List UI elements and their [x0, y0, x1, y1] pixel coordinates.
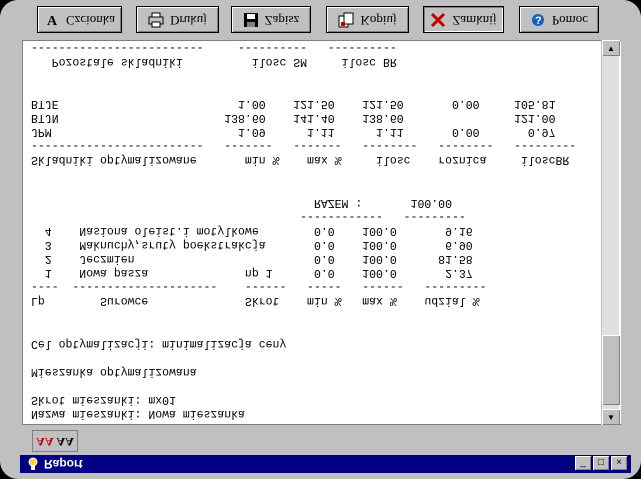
svg-text:A: A [47, 14, 58, 28]
save-button[interactable]: Zapisz [231, 6, 311, 33]
report-line [31, 68, 603, 82]
close-icon[interactable]: × [611, 456, 627, 470]
print-button-label: Drukuj [170, 12, 207, 28]
report-line: Mieszanka optymalizowana [31, 364, 197, 378]
report-line: ------------ --------- [31, 209, 466, 223]
report-line [31, 166, 603, 180]
report-line [31, 321, 603, 335]
printer-icon [148, 12, 164, 27]
font-size-toggle-button[interactable]: AA AA [32, 430, 78, 452]
status-bar: AA AA [22, 428, 621, 454]
scroll-down-arrow-icon[interactable]: ▼ [602, 409, 620, 425]
report-document: Nazwa mieszanki: Nowa mieszanka Skrot mie… [23, 40, 603, 424]
help-button[interactable]: ? Pomoc [519, 6, 599, 33]
font-icon: A [47, 14, 58, 28]
help-icon: ? [531, 13, 544, 27]
scroll-thumb[interactable] [602, 335, 620, 405]
report-line: 1 Nowa pasza np 1 0.0 100.0 2.37 [31, 266, 473, 280]
window-title: Raport [44, 457, 83, 471]
vertical-scrollbar[interactable]: ▲ ▼ [601, 40, 620, 425]
report-line: Nazwa mieszanki: Nowa mieszanka [31, 407, 245, 420]
report-line [31, 378, 603, 392]
title-bar: Raport _ □ × [20, 455, 631, 473]
help-button-label: Pomoc [551, 12, 589, 28]
maximize-icon[interactable]: □ [593, 456, 609, 470]
report-line: ---- --------------------- ------ ----- … [31, 280, 487, 294]
copy-button[interactable]: Kopiuj [326, 6, 409, 33]
report-line [31, 180, 603, 194]
report-line [31, 82, 603, 96]
report-window: A Czcionka Drukuj Zapisz Kopiuj Zamknij … [0, 0, 641, 479]
close-button-label: Zamknij [452, 12, 497, 28]
font-button-label: Czcionka [65, 12, 116, 28]
minimize-icon[interactable]: _ [575, 456, 591, 470]
report-line: RAZEM : 100.00 [31, 195, 452, 209]
floppy-disk-icon [243, 12, 258, 27]
report-line [31, 350, 603, 364]
toolbar: A Czcionka Drukuj Zapisz Kopiuj Zamknij … [0, 0, 641, 38]
close-button[interactable]: Zamknij [423, 6, 504, 33]
font-size-label-small: AA [56, 434, 74, 449]
save-button-label: Zapisz [264, 12, 300, 28]
report-line: Skrot mieszanki: mx01 [31, 392, 176, 406]
report-line: JPM 1.09 1.11 1.11 0.00 0.97 [31, 125, 556, 139]
report-line: Skladniki optymalizowane min % max % ilo… [31, 153, 570, 167]
report-text-area[interactable]: Nazwa mieszanki: Nowa mieszanka Skrot mie… [22, 40, 621, 425]
report-line: 2 Jeczmien 0.0 100.0 81.58 [31, 251, 473, 265]
close-x-icon [431, 12, 446, 27]
report-line: Lp Surowce Skrot min % max % udzial % [31, 294, 480, 308]
report-line: 4 Nasiona oleist.i motylkowe 0.0 100.0 9… [31, 223, 473, 237]
report-line: Pozostale skladniki ilosc SM ilosc BR [31, 54, 397, 68]
report-line: 3 Maknuchy,sruty poekstrakcja 0.0 100.0 … [31, 237, 473, 251]
report-line: BTJE 1.00 121.50 121.50 0.00 105.81 [31, 96, 556, 110]
print-button[interactable]: Drukuj [136, 6, 219, 33]
scroll-up-arrow-icon[interactable]: ▲ [602, 40, 620, 56]
report-line: ------------------------- ---------- ---… [31, 40, 397, 54]
report-line [31, 307, 603, 321]
app-icon [28, 457, 38, 470]
copy-button-label: Kopiuj [360, 12, 397, 28]
font-size-label-large: AA [36, 434, 54, 449]
font-button[interactable]: A Czcionka [37, 6, 122, 33]
report-line: ------------------------- ------- ------… [31, 139, 577, 153]
report-line: BTJN 138.60 141.40 138.60 121.00 [31, 111, 556, 125]
report-line: Cel optymalizacji: minimalizacja ceny [31, 336, 287, 350]
copy-icon [338, 12, 354, 27]
svg-text:?: ? [535, 15, 542, 27]
